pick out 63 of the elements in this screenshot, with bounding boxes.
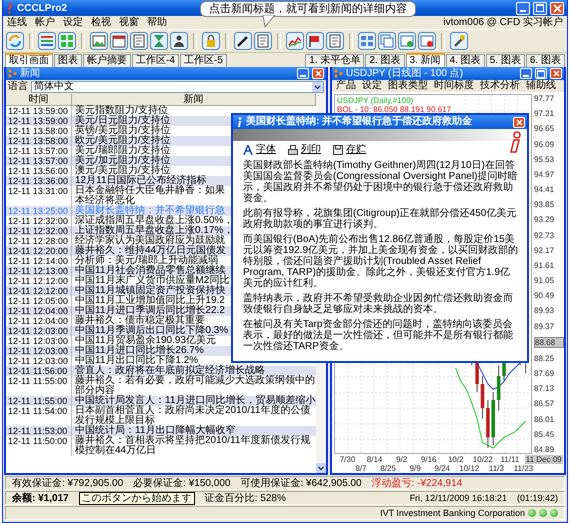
axis-label: 90.49	[534, 291, 556, 300]
axis-label: 89.93	[534, 306, 556, 316]
axis-label: 92.73	[534, 230, 556, 240]
axis-label: 10/22	[472, 455, 493, 464]
axis-label: 9/16	[420, 455, 436, 464]
balance-text: 余额: ¥1,017	[12, 492, 69, 504]
axis-label: 8/25	[380, 464, 396, 473]
axis-label: 9/9	[410, 464, 421, 473]
axis-label: 96.09	[534, 140, 556, 149]
dialog-title: 美国财长盖特纳: 并不希望银行急于偿还政府救助金	[246, 116, 472, 128]
axis-label: 88.25	[534, 354, 556, 363]
company-name: IVT Investment Banking Corporation	[380, 508, 525, 518]
axis-label: 11/3	[488, 464, 504, 473]
axis-label: 11 Dec 09	[524, 455, 563, 464]
axis-label: 7/30	[340, 455, 356, 464]
chart-legend: USDJPY (Daily,#100)	[337, 96, 452, 105]
margin-ratio-text: 证金百分比: 528%	[204, 492, 286, 504]
axis-label: 97.21	[534, 109, 556, 118]
language-label: 语言	[8, 81, 28, 93]
chart-legend: BOL - 10: 86.050 88.191 90.617	[337, 105, 452, 114]
axis-label: 10/12	[459, 464, 480, 473]
axis-label: 93.85	[534, 200, 556, 210]
article-paragraph: 在被问及有关Tarp资金部分偿还的问题时，盖特纳向该委员会表示，最好的做法是一次性偿还，但可能并不是所有银行都能一次性偿还TARP资金。	[243, 319, 514, 352]
axis-label: 95.53	[534, 154, 556, 164]
axis-label: 8/14	[366, 455, 382, 464]
article-paragraph: 美国财政部长盖特纳(Timothy Geithner)周四(12月10日)在回答美国国会监督委员会(Congressional Oversight Panel)提问时暗示，美国政府并不希望仍处于困境中的银行急于偿还政府救助资金。	[243, 160, 519, 204]
axis-label: 9/24	[434, 464, 450, 473]
account-label: ivtom006 @ CFD 实习帐户	[443, 16, 563, 28]
status-figure: 浮动盈亏: -¥224,914	[372, 478, 462, 488]
axis-label: 86.57	[534, 399, 556, 408]
status-figure: 可使用保证金: ¥642,905.00	[240, 478, 362, 488]
axis-label: 94.97	[534, 170, 556, 179]
axis-label: 11/11	[500, 455, 520, 464]
axis-label: 97.77	[534, 94, 556, 103]
axis-label: 11/23	[514, 464, 534, 473]
axis-label: 88.68	[534, 336, 564, 348]
axis-label: 91.61	[534, 260, 556, 270]
status-figure: 必要保证金: ¥150,000	[133, 478, 230, 488]
axis-label: 85.45	[534, 430, 556, 439]
tooltip: このボタンから始めます	[78, 492, 195, 504]
window-title: CCCLPro2	[17, 2, 68, 14]
axis-label: 8/7	[355, 464, 367, 473]
article-paragraph: 盖特纳表示，政府并不希望受救助企业因匆忙偿还救助资金而致使银行自身缺乏足够应对未来挑战的资本。	[243, 293, 514, 315]
axis-label: 9/2	[396, 455, 408, 464]
axis-label: 93.29	[534, 215, 556, 224]
axis-label: 92.17	[534, 246, 556, 255]
datetime-text: Fri, 12/11/2009 16:18:21	[410, 492, 507, 504]
panel-title: 新闻	[20, 68, 40, 80]
axis-label: 84.89	[534, 444, 556, 454]
axis-label: 87.13	[534, 384, 556, 394]
status-figure: 有效保证金: ¥792,905.00	[12, 478, 124, 488]
axis-label: 96.65	[534, 124, 556, 134]
time-cell: 12-11 11:50:00	[6, 436, 72, 456]
elapsed-time: (01:19:42)	[516, 492, 558, 504]
axis-label: 86.01	[534, 414, 556, 424]
axis-label: 89.37	[534, 322, 556, 331]
axis-label: 10/2	[448, 455, 464, 464]
axis-label: 91.05	[534, 276, 556, 286]
axis-label: 94.41	[534, 185, 556, 194]
axis-label: 87.69	[534, 369, 556, 378]
article-paragraph: 而美国银行(BoA)先前公布出售12.86亿普通股，每股定价15美元以筹资192.9亿美元，并加上美金现有资金，以买回财政部的特别股，偿还问题资产援助计划(Troubled Asset Relief Program, TARP)的援助金。除此之外，美银还支付官方1.9亿美元的应计红利。	[243, 234, 519, 289]
panel-title: USDJPY (日线图 - 100 点)	[346, 68, 464, 80]
article-paragraph: 此前有报导称，花旗集团(Citigroup)正在就部分偿还450亿美元政府救助款项的事宜进行谈判。	[243, 208, 518, 230]
